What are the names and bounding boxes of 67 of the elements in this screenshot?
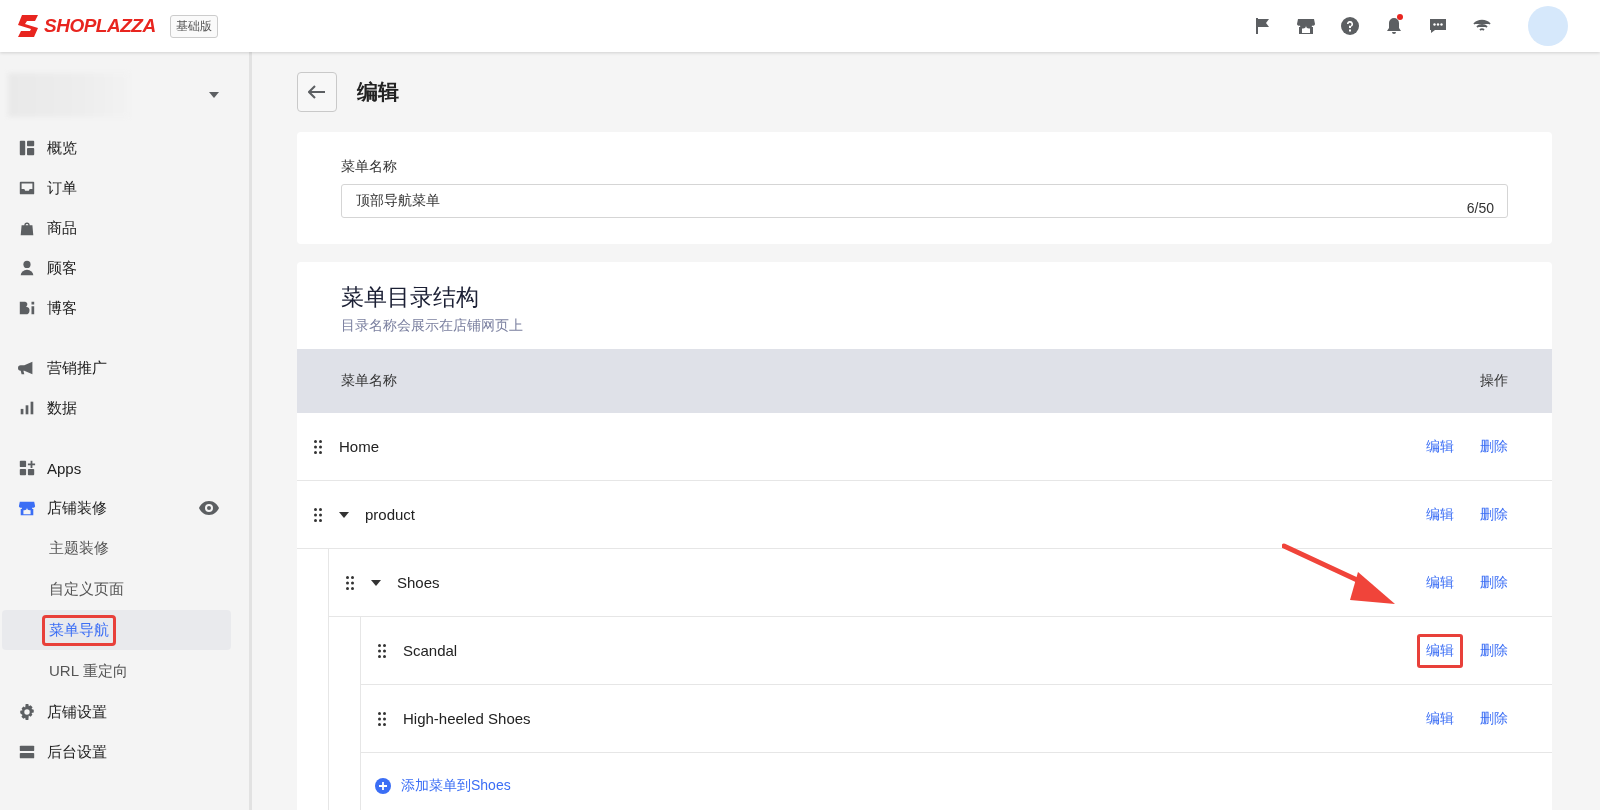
highlight-box: 菜单导航	[42, 614, 116, 646]
sidebar-item[interactable]: 商品	[0, 208, 249, 248]
nav-icon	[18, 139, 36, 157]
sidebar-subitem[interactable]: 菜单导航	[2, 610, 231, 650]
nav-icon	[18, 399, 36, 417]
logo-text: SHOPLAZZA	[44, 15, 156, 37]
menu-item-name: Scandal	[403, 642, 458, 659]
action-link[interactable]: 编辑	[1417, 633, 1463, 668]
nav-icon	[18, 259, 36, 277]
section-title: 菜单目录结构	[341, 283, 480, 312]
caret-icon[interactable]	[209, 92, 219, 98]
drag-handle-icon[interactable]	[314, 507, 322, 522]
action-link[interactable]: 编辑	[1426, 501, 1454, 528]
back-button[interactable]	[297, 72, 337, 112]
drag-handle-icon[interactable]	[314, 439, 322, 454]
back-arrow-icon	[308, 85, 326, 99]
sidebar-item[interactable]: 营销推广	[0, 348, 249, 388]
nav-icon	[18, 743, 36, 761]
sidebar-item[interactable]: 数据	[0, 388, 249, 428]
page-title: 编辑	[357, 79, 399, 105]
plan-badge: 基础版	[169, 14, 218, 38]
sidebar-item[interactable]: 后台设置	[0, 732, 249, 772]
nav-icon	[18, 179, 36, 197]
eye-icon[interactable]	[199, 501, 219, 515]
action-link[interactable]: 编辑	[1426, 705, 1454, 732]
field-label: 菜单名称	[341, 158, 398, 176]
action-link[interactable]: 删除	[1480, 433, 1508, 460]
drag-handle-icon[interactable]	[378, 711, 386, 726]
action-link[interactable]: 删除	[1480, 705, 1508, 732]
action-link[interactable]: 删除	[1480, 569, 1508, 596]
caret-icon[interactable]	[371, 579, 381, 586]
caret-icon[interactable]	[339, 511, 349, 518]
menu-item-name: product	[365, 506, 416, 523]
store-icon[interactable]	[1296, 16, 1316, 36]
sidebar-subitem[interactable]: URL 重定向	[2, 651, 231, 691]
nav-icon	[18, 459, 36, 477]
column-header: 操作	[1480, 372, 1508, 390]
character-counter: 6/50	[1466, 200, 1494, 216]
drag-handle-icon[interactable]	[346, 575, 354, 590]
action-link[interactable]: 编辑	[1426, 569, 1454, 596]
sidebar-subitem[interactable]: 自定义页面	[2, 569, 231, 609]
sidebar-item[interactable]: 概览	[0, 128, 249, 168]
nav-icon	[18, 703, 36, 721]
nav-icon	[18, 499, 36, 517]
section-subtitle: 目录名称会展示在店铺网页上	[341, 317, 524, 335]
action-link[interactable]: 编辑	[1426, 433, 1454, 460]
notification-icon[interactable]	[1384, 16, 1404, 36]
help-icon[interactable]	[1340, 16, 1360, 36]
nav-icon	[18, 299, 36, 317]
column-header: 菜单名称	[341, 372, 397, 390]
action-link[interactable]: 删除	[1480, 633, 1508, 668]
menu-item-name: High-heeled Shoes	[403, 710, 531, 727]
sidebar-item[interactable]: 顾客	[0, 248, 249, 288]
add-icon[interactable]	[375, 778, 391, 794]
menu-item-name: Home	[339, 438, 379, 455]
logo-icon	[16, 15, 40, 37]
sidebar-item[interactable]: 店铺设置	[0, 692, 249, 732]
sidebar-item[interactable]: 博客	[0, 288, 249, 328]
add-menu-link[interactable]: 添加菜单到Shoes	[401, 777, 511, 795]
sidebar-item[interactable]: 店铺装修	[0, 488, 249, 528]
menu-item-name: Shoes	[397, 574, 440, 591]
sidebar-item[interactable]: Apps	[0, 448, 249, 488]
action-link[interactable]: 删除	[1480, 501, 1508, 528]
chat-icon[interactable]	[1428, 16, 1448, 36]
sidebar-subitem[interactable]: 主题装修	[2, 528, 231, 568]
sidebar-item[interactable]: 订单	[0, 168, 249, 208]
drag-handle-icon[interactable]	[378, 643, 386, 658]
